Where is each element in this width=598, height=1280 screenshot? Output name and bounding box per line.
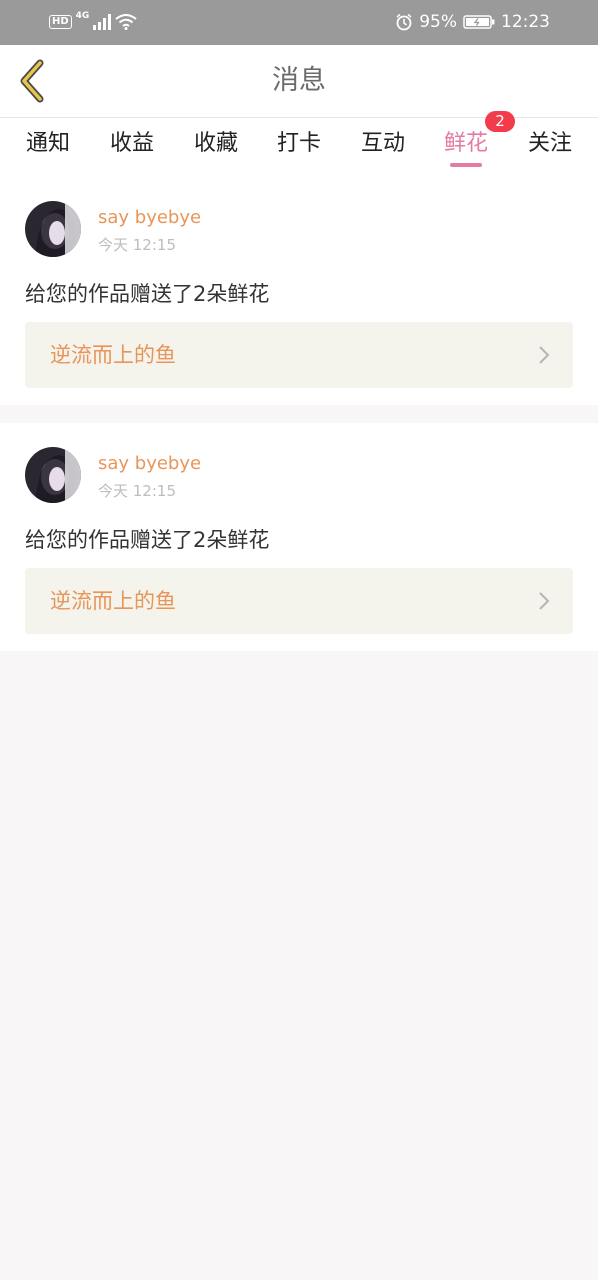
avatar[interactable] [25, 201, 81, 257]
message-card: say byebye 今天 12:15 给您的作品赠送了2朵鲜花 逆流而上的鱼 [0, 423, 598, 651]
clock: 12:23 [501, 12, 550, 32]
message-time: 今天 12:15 [98, 236, 176, 254]
tab-earnings[interactable]: 收益 [102, 118, 162, 178]
tab-follows[interactable]: 关注 [520, 118, 580, 178]
username[interactable]: say byebye [98, 207, 201, 228]
battery-percent: 95% [419, 12, 457, 32]
network-type: 4G [75, 11, 90, 21]
avatar[interactable] [25, 447, 81, 503]
page-title: 消息 [272, 65, 326, 96]
hd-icon: HD [49, 15, 72, 29]
app-header: 消息 [0, 45, 598, 118]
back-button[interactable] [12, 57, 52, 105]
tab-notifications[interactable]: 通知 [18, 118, 78, 178]
status-left: HD 4G [49, 11, 137, 33]
chevron-left-icon [20, 59, 44, 103]
message-time: 今天 12:15 [98, 482, 176, 500]
tab-checkin[interactable]: 打卡 [269, 118, 329, 178]
status-bar: HD 4G 95% 12:23 [0, 0, 598, 45]
flowers-count-badge: 2 [485, 111, 515, 132]
message-card: say byebye 今天 12:15 给您的作品赠送了2朵鲜花 逆流而上的鱼 [0, 178, 598, 405]
tab-interactions[interactable]: 互动 [353, 118, 413, 178]
chevron-right-icon [539, 346, 550, 364]
chevron-right-icon [539, 592, 550, 610]
wifi-icon [115, 14, 137, 30]
work-link[interactable]: 逆流而上的鱼 [25, 568, 573, 634]
active-tab-indicator [450, 163, 482, 167]
work-title: 逆流而上的鱼 [50, 343, 176, 367]
alarm-icon [396, 13, 412, 31]
battery-icon [463, 15, 495, 29]
work-link[interactable]: 逆流而上的鱼 [25, 322, 573, 388]
avatar-image [25, 447, 81, 503]
avatar-image [25, 201, 81, 257]
tab-favorites[interactable]: 收藏 [186, 118, 246, 178]
message-text: 给您的作品赠送了2朵鲜花 [25, 528, 270, 552]
signal-icon [93, 14, 112, 30]
work-title: 逆流而上的鱼 [50, 589, 176, 613]
message-text: 给您的作品赠送了2朵鲜花 [25, 282, 270, 306]
status-right: 95% 12:23 [395, 11, 550, 33]
username[interactable]: say byebye [98, 453, 201, 474]
